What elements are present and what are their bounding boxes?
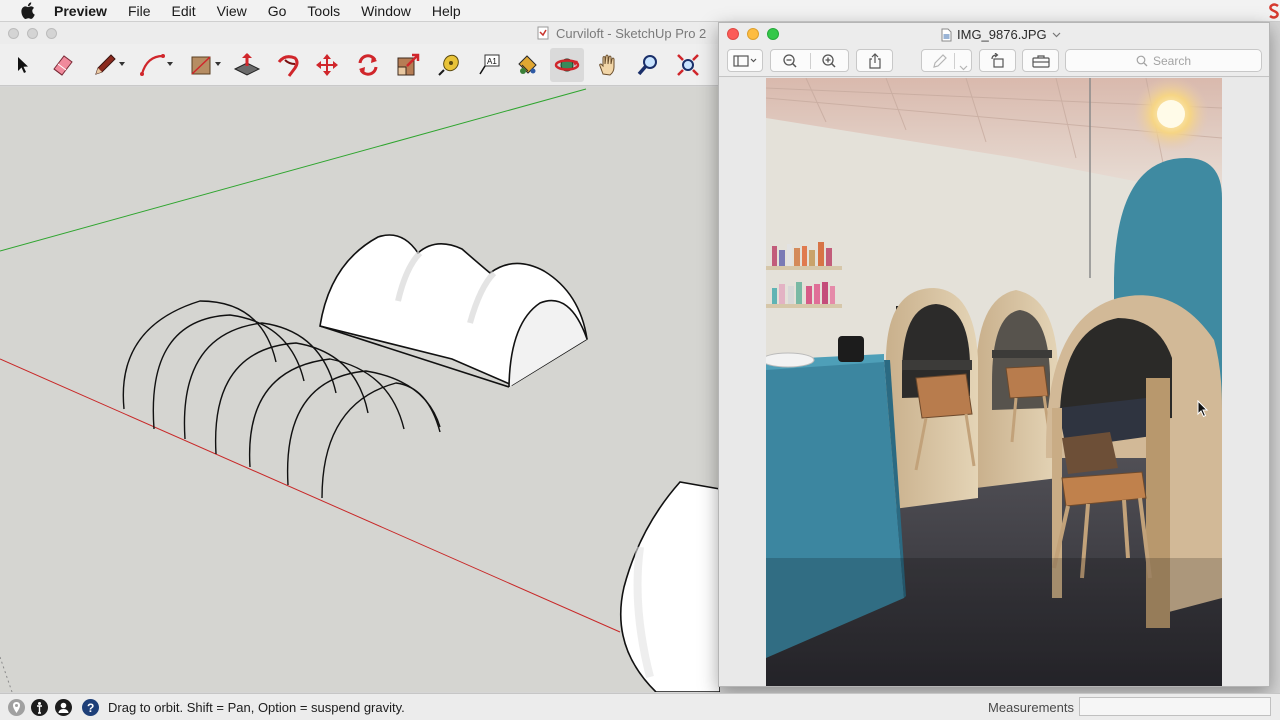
markup-chevron-down-icon[interactable]	[959, 58, 968, 76]
zoom-buttons-group	[770, 49, 849, 72]
preview-content-area	[719, 78, 1269, 686]
svg-text:?: ?	[87, 701, 94, 715]
scale-icon[interactable]	[391, 48, 425, 82]
shape-dropdown-arrow[interactable]	[215, 62, 221, 66]
toolbox-icon	[1031, 54, 1050, 68]
svg-text:A1: A1	[487, 57, 497, 66]
chevron-down-icon	[1052, 32, 1061, 37]
apple-menu-icon[interactable]	[20, 2, 38, 19]
preview-file-name: IMG_9876.JPG	[957, 27, 1047, 42]
sketchup-zoom-button[interactable]	[46, 28, 57, 39]
preview-minimize-button[interactable]	[747, 28, 759, 40]
tape-measure-icon[interactable]	[432, 48, 466, 82]
jpg-file-icon	[941, 28, 952, 41]
rectangle-shape-icon[interactable]	[184, 48, 221, 82]
share-icon	[868, 52, 881, 69]
rotate-left-button[interactable]	[979, 49, 1016, 72]
preview-zoom-button[interactable]	[767, 28, 779, 40]
preview-document-title[interactable]: IMG_9876.JPG	[941, 27, 1061, 42]
zoom-extents-icon[interactable]	[671, 48, 705, 82]
preview-photo	[766, 78, 1222, 686]
mouse-cursor-icon	[1197, 400, 1209, 418]
preview-titlebar: IMG_9876.JPG	[719, 23, 1269, 47]
select-arrow-icon[interactable]	[6, 48, 40, 82]
menu-app-preview[interactable]: Preview	[54, 3, 107, 19]
user-account-icon[interactable]	[55, 699, 72, 716]
sketchup-titlebar: Curviloft - SketchUp Pro 2	[0, 22, 720, 44]
preview-search-field[interactable]: Search	[1065, 49, 1262, 72]
status-message: Drag to orbit. Shift = Pan, Option = sus…	[108, 700, 405, 715]
credits-icon[interactable]	[31, 699, 48, 716]
markup-pen-icon[interactable]	[932, 53, 948, 74]
menu-edit[interactable]: Edit	[172, 3, 196, 19]
sketchup-window-controls	[8, 28, 57, 39]
status-menu-icon[interactable]	[1268, 3, 1280, 19]
arc-dropdown-arrow[interactable]	[167, 62, 173, 66]
help-icon[interactable]: ?	[82, 699, 99, 716]
toolbox-button[interactable]	[1022, 49, 1059, 72]
menu-view[interactable]: View	[217, 3, 247, 19]
orbit-icon[interactable]	[550, 48, 584, 82]
preview-window: IMG_9876.JPG Search	[718, 22, 1270, 687]
preview-toolbar: Search	[719, 47, 1269, 77]
search-icon	[1136, 55, 1148, 66]
sketchup-statusbar: ? Drag to orbit. Shift = Pan, Option = s…	[0, 693, 1280, 720]
sidebar-toggle-button[interactable]	[727, 49, 763, 72]
pencil-line-icon[interactable]	[88, 48, 125, 82]
zoom-out-icon[interactable]	[782, 53, 798, 74]
zoom-in-icon[interactable]	[821, 53, 837, 74]
move-icon[interactable]	[310, 48, 344, 82]
text-icon[interactable]: A1	[472, 48, 506, 82]
arc-icon[interactable]	[136, 48, 173, 82]
menu-go[interactable]: Go	[268, 3, 287, 19]
desktop: Preview File Edit View Go Tools Window H…	[0, 0, 1280, 720]
sidebar-toggle-icon	[733, 54, 757, 67]
red-axis-line	[0, 358, 621, 633]
sketchup-minimize-button[interactable]	[27, 28, 38, 39]
menu-bar: Preview File Edit View Go Tools Window H…	[0, 0, 1280, 22]
follow-me-icon[interactable]	[271, 48, 305, 82]
share-button[interactable]	[856, 49, 893, 72]
menu-window[interactable]: Window	[361, 3, 411, 19]
eraser-icon[interactable]	[46, 48, 80, 82]
pencil-dropdown-arrow[interactable]	[119, 62, 125, 66]
sketchup-toolbar: A1	[0, 44, 720, 86]
geolocation-icon[interactable]	[8, 699, 25, 716]
search-placeholder: Search	[1152, 53, 1192, 68]
preview-window-controls	[727, 28, 779, 40]
pan-hand-icon[interactable]	[591, 48, 625, 82]
model-canvas[interactable]	[0, 87, 720, 692]
measurements-input[interactable]	[1079, 697, 1271, 716]
sketchup-close-button[interactable]	[8, 28, 19, 39]
sketchup-viewport[interactable]	[0, 87, 720, 692]
menu-help[interactable]: Help	[432, 3, 461, 19]
lofted-wave-surface	[319, 234, 588, 388]
green-axis-line	[0, 88, 587, 252]
paint-bucket-icon[interactable]	[510, 48, 544, 82]
sketchup-document-icon	[537, 26, 550, 40]
push-pull-icon[interactable]	[230, 48, 264, 82]
rotate-left-icon	[990, 52, 1004, 68]
preview-close-button[interactable]	[727, 28, 739, 40]
zoom-icon[interactable]	[631, 48, 665, 82]
menu-tools[interactable]: Tools	[307, 3, 340, 19]
photo-salon-booths	[766, 78, 1222, 686]
sketchup-window-title: Curviloft - SketchUp Pro 2	[556, 26, 707, 41]
measurements-label: Measurements	[988, 700, 1074, 715]
menu-file[interactable]: File	[128, 3, 151, 19]
markup-button[interactable]	[921, 49, 972, 72]
rotate-icon[interactable]	[351, 48, 385, 82]
